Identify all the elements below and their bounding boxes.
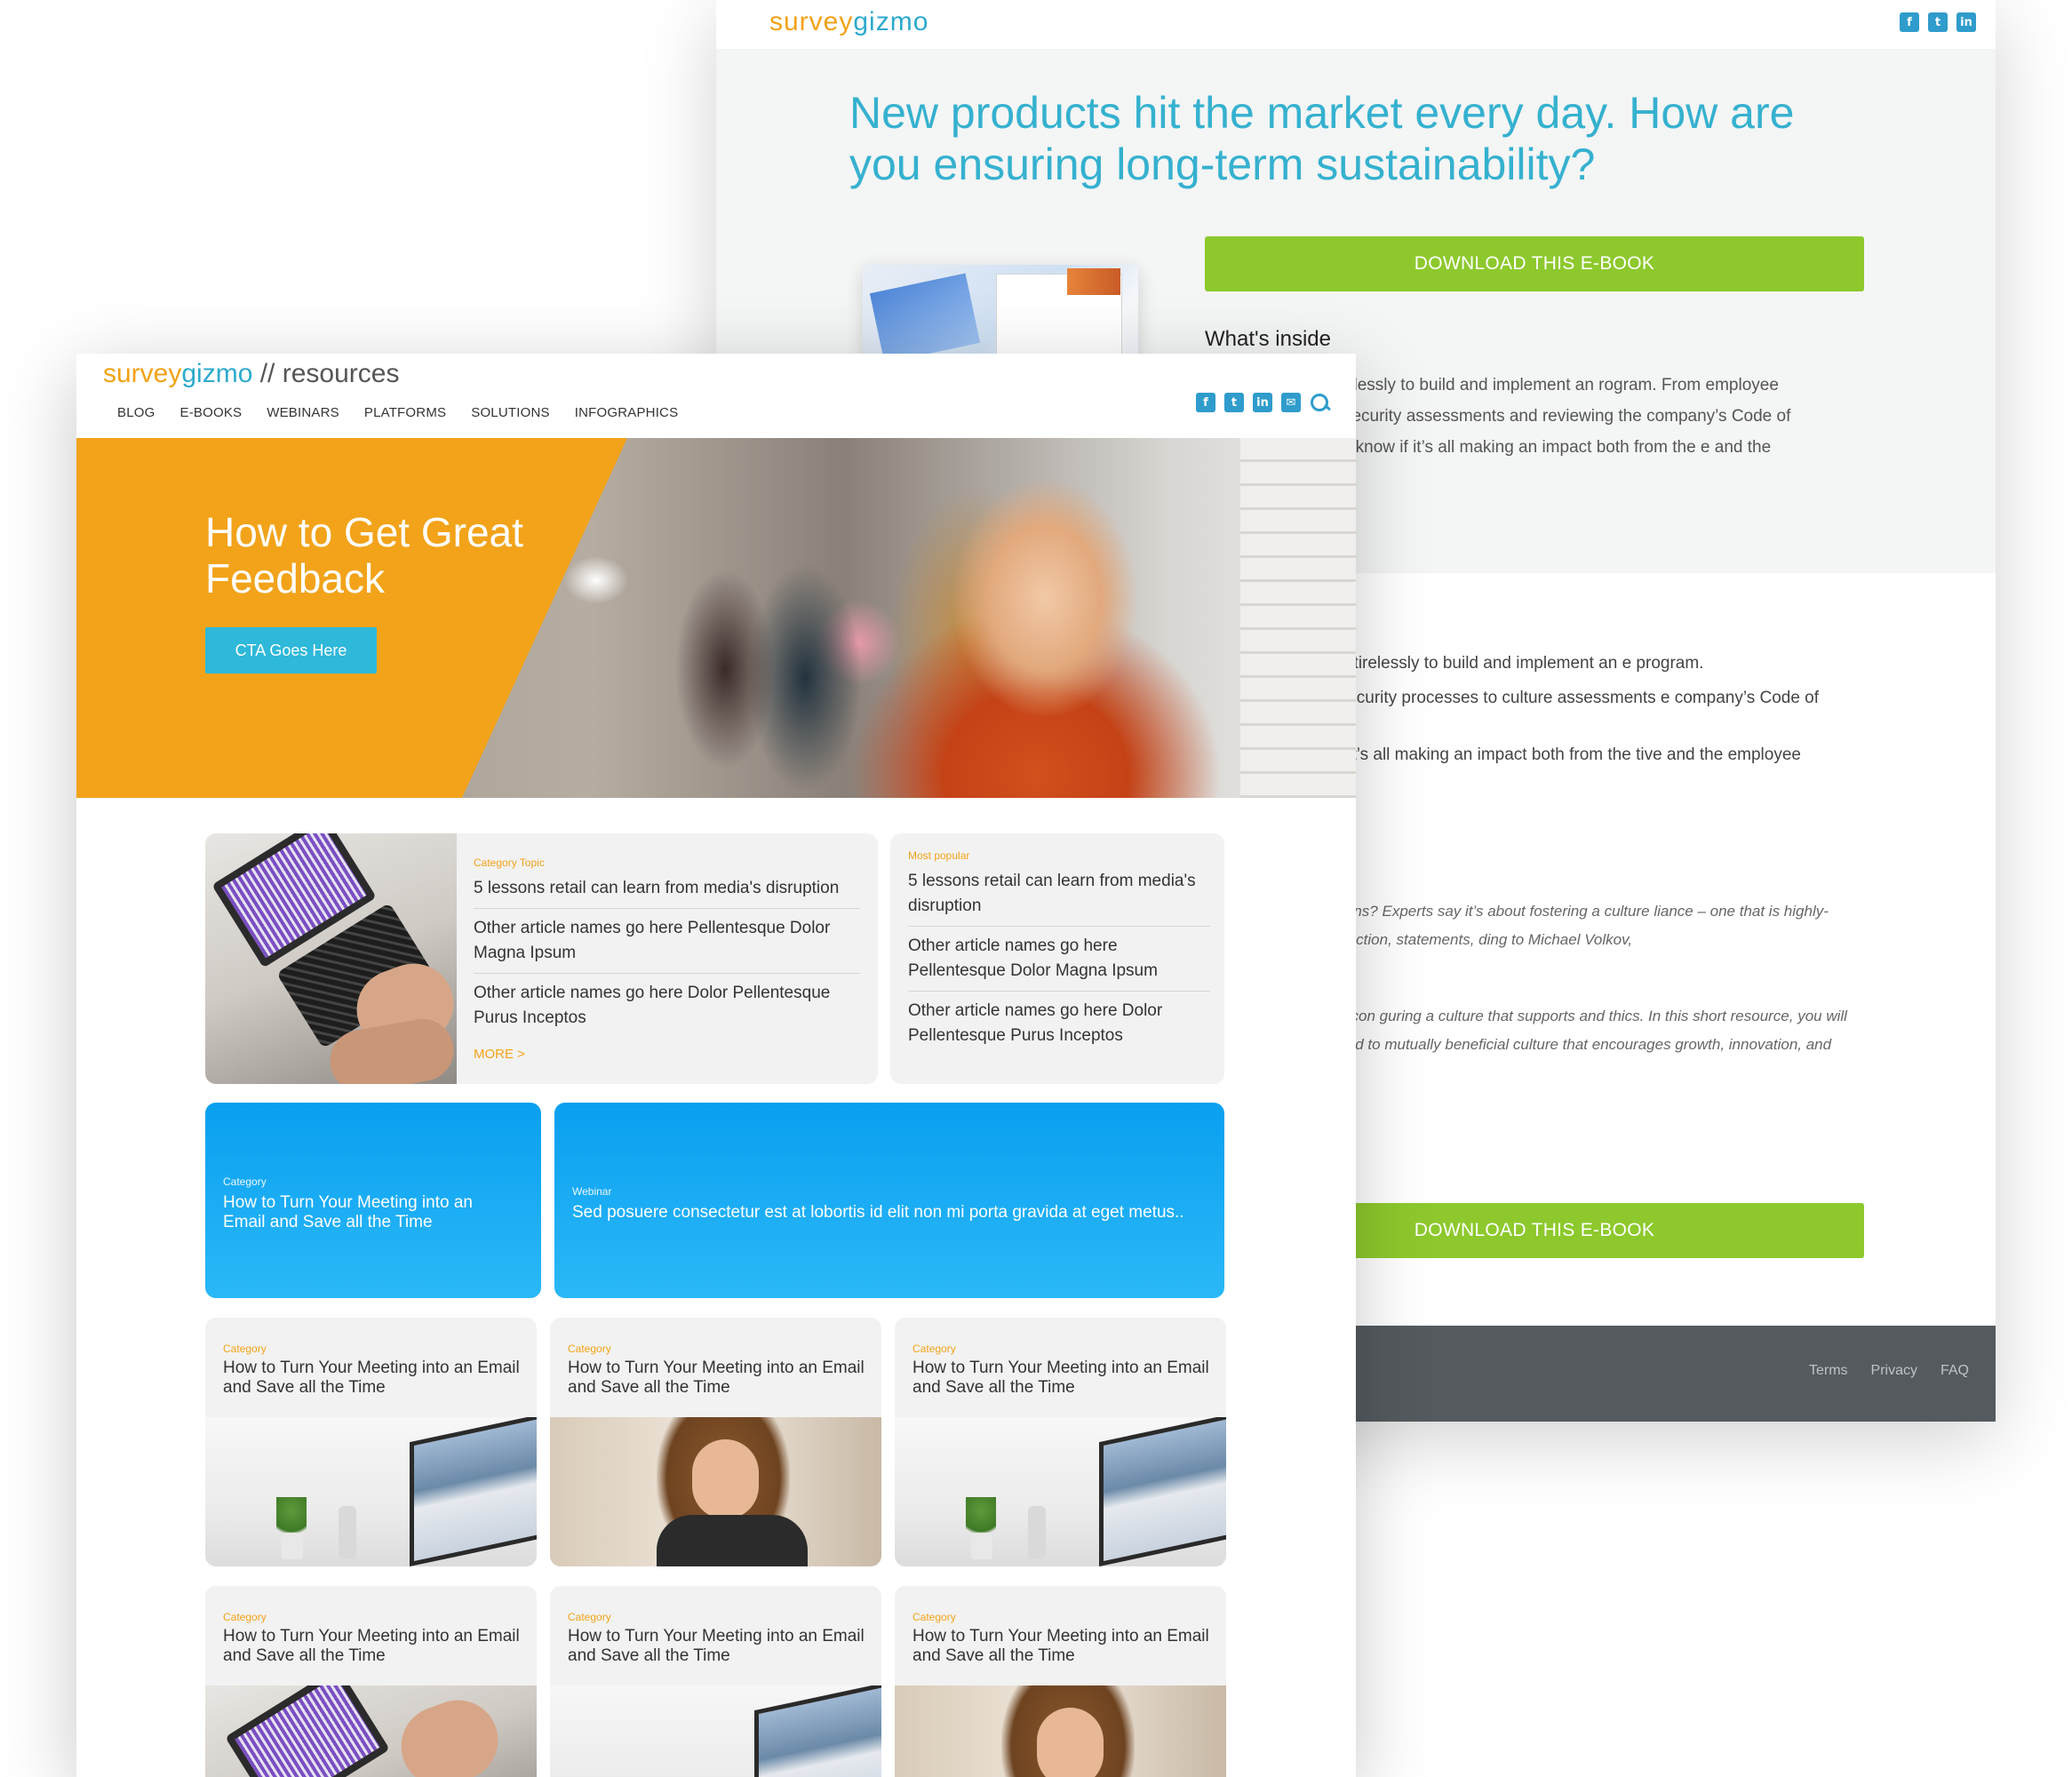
logo-survey-text: survey: [103, 359, 182, 388]
social-links: f t in: [1900, 12, 1976, 32]
card-category: Category: [568, 1343, 611, 1355]
facebook-icon[interactable]: f: [1900, 12, 1919, 32]
facebook-icon[interactable]: f: [1196, 393, 1215, 412]
cta-button[interactable]: CTA Goes Here: [205, 627, 377, 673]
hero-photo-wall: [1240, 438, 1356, 798]
desk-image: [205, 1417, 537, 1566]
article-card[interactable]: Category How to Turn Your Meeting into an…: [895, 1318, 1226, 1566]
twitter-icon[interactable]: t: [1928, 12, 1948, 32]
nav-item-ebooks[interactable]: E-BOOKS: [179, 405, 242, 420]
nav-item-platforms[interactable]: PLATFORMS: [364, 405, 446, 420]
card-category: Category: [912, 1611, 956, 1623]
article-link[interactable]: Other article names go here Pellentesque…: [908, 927, 1210, 992]
article-card[interactable]: Category How to Turn Your Meeting into an…: [550, 1586, 881, 1777]
article-card[interactable]: Category How to Turn Your Meeting into an…: [550, 1318, 881, 1566]
back-header: surveygizmo f t in: [716, 0, 1996, 49]
footer-link-faq[interactable]: FAQ: [1941, 1363, 1969, 1379]
resources-page: surveygizmo // resources BLOG E-BOOKS WE…: [76, 354, 1356, 1777]
article-link[interactable]: Other article names go here Dolor Pellen…: [474, 974, 860, 1038]
card-title: How to Turn Your Meeting into an Email a…: [568, 1627, 865, 1665]
article-link[interactable]: Other article names go here Dolor Pellen…: [908, 992, 1210, 1056]
laptop-work-image: [205, 1685, 537, 1777]
logo-gizmo-text: gizmo: [853, 7, 929, 36]
card-category: Category: [223, 1343, 267, 1355]
header-tools: f t in ✉: [1196, 393, 1331, 412]
article-card[interactable]: Category How to Turn Your Meeting into an…: [205, 1318, 537, 1566]
webinar-promo-card[interactable]: Webinar Sed posuere consectetur est at l…: [554, 1103, 1224, 1298]
nav-item-infographics[interactable]: INFOGRAPHICS: [575, 405, 679, 420]
featured-articles-list: Category Topic 5 lessons retail can lear…: [474, 857, 860, 1062]
surveygizmo-resources-logo[interactable]: surveygizmo // resources: [103, 359, 399, 389]
category-label: Category Topic: [474, 857, 545, 869]
main-nav: BLOG E-BOOKS WEBINARS PLATFORMS SOLUTION…: [117, 405, 678, 420]
whats-inside-heading: What's inside: [1205, 327, 1331, 351]
laptop-thumbnail: [205, 833, 457, 1084]
card-label: Category: [223, 1175, 267, 1188]
card-title: How to Turn Your Meeting into an Email a…: [568, 1359, 865, 1397]
nav-item-solutions[interactable]: SOLUTIONS: [471, 405, 549, 420]
logo-gizmo-text: gizmo: [181, 359, 253, 388]
article-link[interactable]: 5 lessons retail can learn from media's …: [908, 862, 1210, 927]
woman-shopping-image: [895, 1685, 1226, 1777]
linkedin-icon[interactable]: in: [1253, 393, 1272, 412]
article-card[interactable]: Category How to Turn Your Meeting into an…: [895, 1586, 1226, 1777]
card-title: Sed posuere consectetur est at lobortis …: [572, 1203, 1184, 1222]
category-label: Most popular: [908, 849, 970, 862]
nav-item-webinars[interactable]: WEBINARS: [267, 405, 339, 420]
logo-resources-text: // resources: [252, 359, 400, 388]
more-link[interactable]: MORE >: [474, 1047, 860, 1062]
article-link[interactable]: 5 lessons retail can learn from media's …: [474, 869, 860, 909]
category-promo-card[interactable]: Category How to Turn Your Meeting into a…: [205, 1103, 541, 1298]
footer-link-terms[interactable]: Terms: [1809, 1363, 1848, 1379]
hero-banner: How to Get Great Feedback CTA Goes Here: [76, 438, 1356, 798]
woman-shopping-image: [550, 1417, 881, 1566]
footer-links: Terms Privacy FAQ: [1809, 1363, 1969, 1379]
linkedin-icon[interactable]: in: [1956, 12, 1976, 32]
card-category: Category: [912, 1343, 956, 1355]
card-title: How to Turn Your Meeting into an Email a…: [223, 1359, 520, 1397]
nav-item-blog[interactable]: BLOG: [117, 405, 155, 420]
ebook-headline: New products hit the market every day. H…: [849, 88, 1795, 189]
search-icon[interactable]: [1310, 393, 1331, 412]
most-popular-list: Most popular 5 lessons retail can learn …: [908, 849, 1210, 1056]
card-category: Category: [223, 1611, 267, 1623]
card-title: How to Turn Your Meeting into an Email a…: [912, 1627, 1209, 1665]
card-title: How to Turn Your Meeting into an Email a…: [912, 1359, 1209, 1397]
featured-articles-card: Category Topic 5 lessons retail can lear…: [205, 833, 878, 1084]
article-link[interactable]: Other article names go here Pellentesque…: [474, 909, 860, 974]
card-title: How to Turn Your Meeting into an Email a…: [223, 1193, 473, 1231]
card-label: Webinar: [572, 1185, 612, 1198]
surveygizmo-logo[interactable]: surveygizmo: [769, 7, 928, 37]
email-icon[interactable]: ✉: [1281, 393, 1301, 412]
download-ebook-button[interactable]: DOWNLOAD THIS E-BOOK: [1205, 236, 1864, 291]
desk-image: [895, 1417, 1226, 1566]
card-category: Category: [568, 1611, 611, 1623]
twitter-icon[interactable]: t: [1224, 393, 1244, 412]
logo-survey-text: survey: [769, 7, 854, 36]
most-popular-card: Most popular 5 lessons retail can learn …: [890, 833, 1224, 1084]
hero-title: How to Get Great Feedback: [205, 509, 523, 602]
footer-link-privacy[interactable]: Privacy: [1871, 1363, 1917, 1379]
article-card[interactable]: Category How to Turn Your Meeting into an…: [205, 1586, 537, 1777]
card-title: How to Turn Your Meeting into an Email a…: [223, 1627, 520, 1665]
desk-image: [550, 1685, 881, 1777]
